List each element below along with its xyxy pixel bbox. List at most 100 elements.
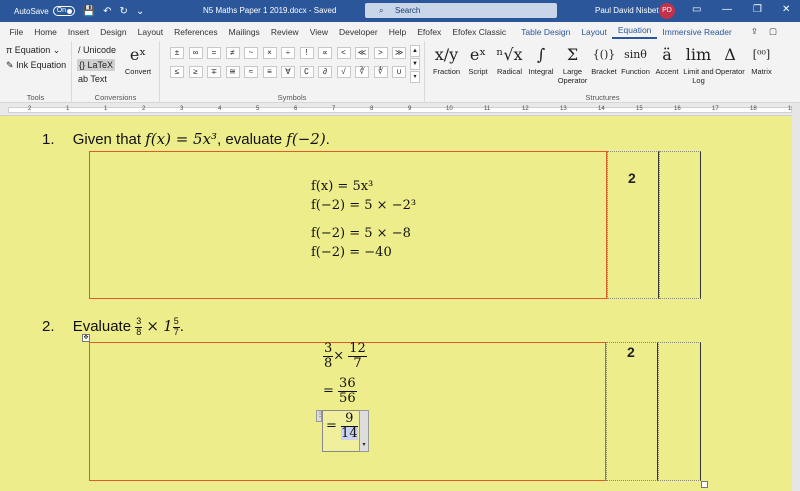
tab-references[interactable]: References — [169, 27, 223, 37]
symbol-button[interactable]: ≈ — [244, 66, 258, 78]
symbol-button[interactable]: √ — [336, 66, 351, 78]
comments-icon[interactable]: ▢ — [763, 26, 782, 37]
symbol-button[interactable]: ∛ — [355, 66, 369, 78]
marks-cell-2b — [658, 342, 701, 481]
structure-button[interactable]: Δ Operator — [715, 43, 746, 76]
undo-icon[interactable]: ↶ — [103, 6, 111, 17]
structure-button[interactable]: sinθ Function — [620, 43, 651, 76]
symbol-button[interactable]: ∞ — [188, 47, 203, 59]
close-button[interactable]: ✕ — [782, 4, 790, 15]
unicode-option[interactable]: / Unicode — [78, 45, 116, 55]
tab-equation[interactable]: Equation — [612, 25, 657, 39]
structure-button[interactable]: lim Limit and Log — [683, 43, 714, 85]
answer-line[interactable]: f(−2) = −40 — [311, 245, 392, 260]
save-icon[interactable]: 💾 — [83, 6, 95, 17]
tab-insert[interactable]: Insert — [62, 27, 94, 37]
search-box[interactable]: ⌕ Search — [365, 3, 557, 18]
share-icon[interactable]: ⇪ — [745, 26, 763, 37]
answer-line[interactable]: f(−2) = 5 × −2³ — [311, 198, 416, 213]
tab-help[interactable]: Help — [383, 27, 411, 37]
symbol-button[interactable]: = — [207, 47, 221, 59]
structure-button[interactable]: ä Accent — [652, 43, 683, 76]
symbols-scroll-up[interactable]: ▲ — [410, 45, 420, 57]
table-move-handle[interactable]: ✥ — [82, 334, 90, 342]
tab-review[interactable]: Review — [265, 27, 304, 37]
equation-button[interactable]: π Equation ⌄ — [6, 45, 60, 56]
symbol-button[interactable]: ≡ — [262, 66, 277, 78]
answer-line[interactable]: f(−2) = 5 × −8 — [311, 226, 411, 241]
document-page[interactable]: 1. Given that f(x) = 5x³, evaluate f(−2)… — [0, 116, 792, 491]
structure-button[interactable]: x/y Fraction — [431, 43, 462, 76]
vertical-scrollbar[interactable] — [792, 103, 800, 491]
symbol-button[interactable]: ≥ — [188, 66, 203, 78]
symbol-button[interactable]: ~ — [244, 47, 258, 59]
ink-equation-button[interactable]: ✎ Ink Equation — [6, 60, 66, 71]
structure-label: Operator — [715, 67, 745, 76]
symbol-button[interactable]: ≅ — [225, 66, 240, 78]
symbols-scroll-down[interactable]: ▼ — [410, 58, 420, 70]
symbol-button[interactable]: < — [336, 47, 351, 59]
symbol-button[interactable]: > — [373, 47, 388, 59]
ruler[interactable]: 2112345678910111213141516171819 — [0, 103, 800, 116]
structure-button[interactable]: {()} Bracket — [589, 43, 620, 76]
answer-line[interactable]: = 9 14 — [326, 412, 358, 441]
text-option[interactable]: ab Text — [78, 74, 107, 84]
tab-home[interactable]: Home — [29, 27, 63, 37]
answer-line[interactable]: 3 8 × 12 7 — [323, 342, 367, 370]
minimize-button[interactable]: — — [722, 4, 732, 15]
operator: × — [146, 317, 159, 335]
ruler-number: 2 — [28, 106, 32, 112]
symbol-button[interactable]: ∁ — [299, 66, 314, 78]
symbol-button[interactable]: ≫ — [392, 47, 406, 59]
answer-line[interactable]: = 36 56 — [323, 377, 357, 405]
structure-button[interactable]: [⁰⁰] Matrix — [746, 43, 777, 76]
tab-design[interactable]: Design — [95, 27, 132, 37]
symbol-button[interactable]: ÷ — [281, 47, 295, 59]
tab-efofex-classic[interactable]: Efofex Classic — [447, 27, 512, 37]
avatar[interactable]: PD — [659, 3, 675, 19]
ribbon-display-icon[interactable]: ▭ — [692, 4, 701, 15]
symbol-button[interactable]: ! — [299, 47, 314, 59]
latex-option[interactable]: {} LaTeX — [77, 59, 116, 71]
answer-box-1[interactable] — [89, 151, 607, 299]
symbol-button[interactable]: ≠ — [225, 47, 240, 59]
customize-toolbar-icon[interactable]: ⌄ — [136, 6, 144, 17]
equation-handle[interactable]: ⋮ — [316, 410, 323, 422]
tab-view[interactable]: View — [304, 27, 333, 37]
symbol-button[interactable]: ± — [170, 47, 184, 59]
tab-table-layout[interactable]: Layout — [576, 27, 613, 37]
symbol-button[interactable]: ∂ — [318, 66, 332, 78]
tab-layout[interactable]: Layout — [132, 27, 169, 37]
tab-developer[interactable]: Developer — [333, 27, 383, 37]
structure-button[interactable]: eˣ Script — [463, 43, 494, 76]
tab-mailings[interactable]: Mailings — [223, 27, 265, 37]
table-resize-handle[interactable] — [701, 481, 708, 488]
user-name[interactable]: Paul David Nisbet — [595, 6, 659, 15]
symbol-button[interactable]: ∜ — [373, 66, 388, 78]
structure-button[interactable]: ∫ Integral — [526, 43, 557, 76]
autosave-toggle[interactable]: On — [52, 6, 75, 16]
ruler-number: 16 — [674, 106, 681, 112]
symbol-button[interactable]: ∓ — [207, 66, 221, 78]
tab-immersive-reader[interactable]: Immersive Reader — [657, 27, 737, 37]
structure-button[interactable]: Σ Large Operator — [557, 43, 588, 85]
question-number: 2. — [42, 318, 55, 335]
tab-efofex[interactable]: Efofex — [412, 27, 447, 37]
ruler-number: 11 — [484, 106, 491, 112]
symbol-button[interactable]: ≪ — [355, 47, 369, 59]
equation-options-dropdown[interactable]: ▾ — [359, 410, 369, 452]
symbol-button[interactable]: × — [262, 47, 277, 59]
tab-table-design[interactable]: Table Design — [516, 27, 576, 37]
symbols-expand[interactable]: ▾ — [410, 71, 420, 83]
answer-line[interactable]: f(x) = 5x³ — [311, 179, 373, 194]
symbol-button[interactable]: ∀ — [281, 66, 295, 78]
tab-file[interactable]: File — [4, 27, 29, 37]
symbol-button[interactable]: ∝ — [318, 47, 332, 59]
equals: = — [326, 418, 337, 434]
redo-icon[interactable]: ↻ — [120, 6, 128, 17]
structure-button[interactable]: ⁿ√x Radical — [494, 43, 525, 76]
symbol-button[interactable]: ≤ — [170, 66, 184, 78]
restore-button[interactable]: ❐ — [753, 4, 762, 15]
symbol-button[interactable]: ∪ — [392, 66, 406, 78]
convert-button[interactable]: eˣ Convert — [122, 43, 154, 76]
